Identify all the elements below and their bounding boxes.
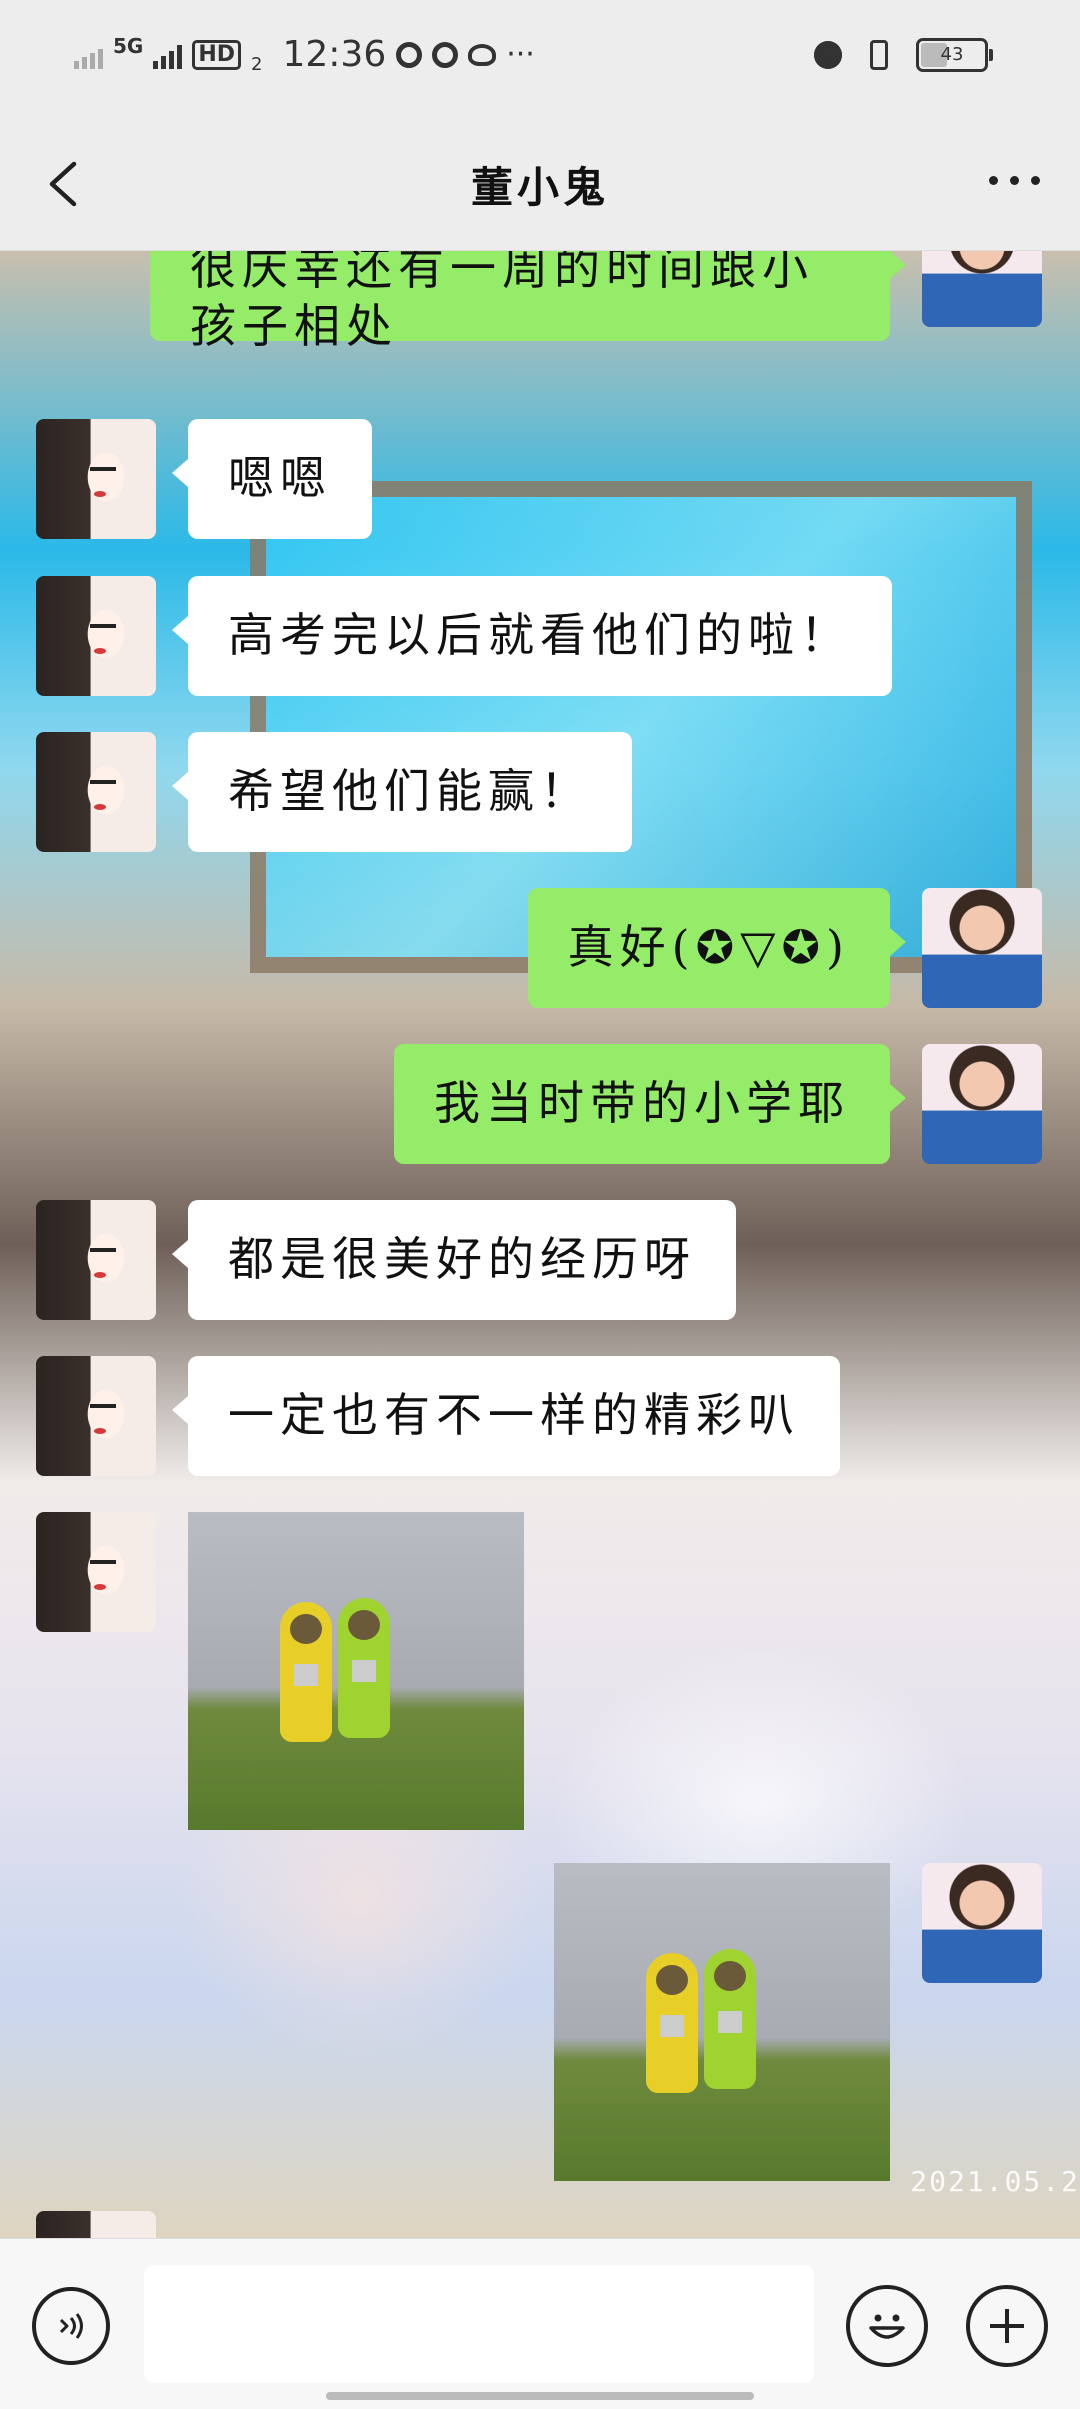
status-bar: 5G HD 2 12:36 ··· 43 — [0, 0, 1080, 118]
message-text: 我当时带的小学耶 — [434, 1076, 850, 1130]
hd-sub: 2 — [251, 54, 263, 75]
contact-avatar[interactable] — [36, 419, 156, 539]
my-avatar[interactable] — [922, 251, 1042, 327]
message-input[interactable] — [144, 2265, 814, 2383]
contact-avatar[interactable] — [36, 1512, 156, 1632]
message-text: 高考完以后就看他们的啦！ — [228, 608, 852, 662]
teletubby-green — [704, 1949, 756, 2089]
vibrate-icon — [870, 40, 888, 70]
weibo-icon — [468, 43, 497, 66]
signal-strong-icon — [153, 41, 183, 69]
message-bubble[interactable]: 真好(✪▽✪) — [527, 888, 907, 1008]
message-text-line: 很庆幸还有一周的时间跟小 — [190, 251, 814, 295]
message-bubble[interactable]: 我当时带的小学耶 — [394, 1044, 906, 1164]
chat-area[interactable]: 很庆幸还有一周的时间跟小 孩子相处 嗯嗯 高考完以后就看他们的啦！ 希望他们能赢… — [0, 251, 1080, 2238]
network-type: 5G — [113, 34, 144, 58]
voice-icon[interactable] — [32, 2287, 110, 2365]
message-bubble[interactable]: 嗯嗯 — [172, 419, 372, 539]
contact-avatar[interactable] — [36, 1356, 156, 1476]
message-text: 真好(✪▽✪) — [567, 920, 850, 974]
hd-badge: HD — [192, 39, 242, 70]
contact-avatar[interactable] — [36, 2211, 156, 2238]
message-bubble[interactable]: 希望他们能赢！ — [172, 732, 632, 852]
my-avatar[interactable] — [922, 888, 1042, 1008]
voice-wave-glyph — [59, 2313, 83, 2339]
teletubby-yellow — [280, 1602, 332, 1742]
home-indicator[interactable] — [326, 2392, 754, 2400]
smile-glyph — [869, 2314, 905, 2339]
my-avatar[interactable] — [922, 1863, 1042, 1983]
message-text: 嗯嗯 — [228, 451, 332, 505]
qq-icon — [396, 41, 423, 68]
clock: 12:36 — [282, 34, 387, 75]
hd-label: HD — [198, 41, 236, 67]
alarm-icon — [814, 41, 842, 69]
message-bubble[interactable]: 一定也有不一样的精彩叭 — [172, 1356, 840, 1476]
status-right: 43 — [814, 38, 993, 72]
message-text-line: 孩子相处 — [190, 299, 398, 353]
battery-icon: 43 — [916, 38, 993, 72]
teletubby-green — [338, 1598, 390, 1738]
status-more: ··· — [506, 37, 535, 72]
contact-avatar[interactable] — [36, 576, 156, 696]
contact-avatar[interactable] — [36, 1200, 156, 1320]
status-left: 5G HD 2 12:36 ··· — [74, 34, 535, 75]
message-bubble[interactable]: 很庆幸还有一周的时间跟小 孩子相处 — [150, 251, 906, 353]
sticker-image[interactable] — [554, 1863, 890, 2181]
message-text: 都是很美好的经历呀 — [228, 1232, 696, 1286]
more-dots-icon[interactable] — [989, 176, 1040, 185]
message-text: 一定也有不一样的精彩叭 — [228, 1388, 800, 1442]
battery-level: 43 — [940, 44, 964, 65]
plus-glyph — [990, 2309, 1024, 2343]
message-bubble[interactable]: 都是很美好的经历呀 — [172, 1200, 736, 1320]
input-bar — [0, 2238, 1080, 2409]
signal-weak-icon — [74, 41, 103, 69]
sticker-image[interactable] — [188, 1512, 524, 1830]
chat-title: 董小鬼 — [470, 163, 609, 212]
qq-icon-2 — [432, 41, 459, 68]
teletubby-yellow — [646, 1953, 698, 2093]
message-text: 希望他们能赢！ — [228, 764, 592, 818]
chat-header: 董小鬼 — [0, 118, 1080, 251]
my-avatar[interactable] — [922, 1044, 1042, 1164]
photo-date-stamp: 2021.05.2 — [910, 2165, 1080, 2198]
plus-icon[interactable] — [966, 2285, 1048, 2367]
message-bubble[interactable]: 高考完以后就看他们的啦！ — [172, 576, 892, 696]
emoji-icon[interactable] — [846, 2285, 928, 2367]
contact-avatar[interactable] — [36, 732, 156, 852]
